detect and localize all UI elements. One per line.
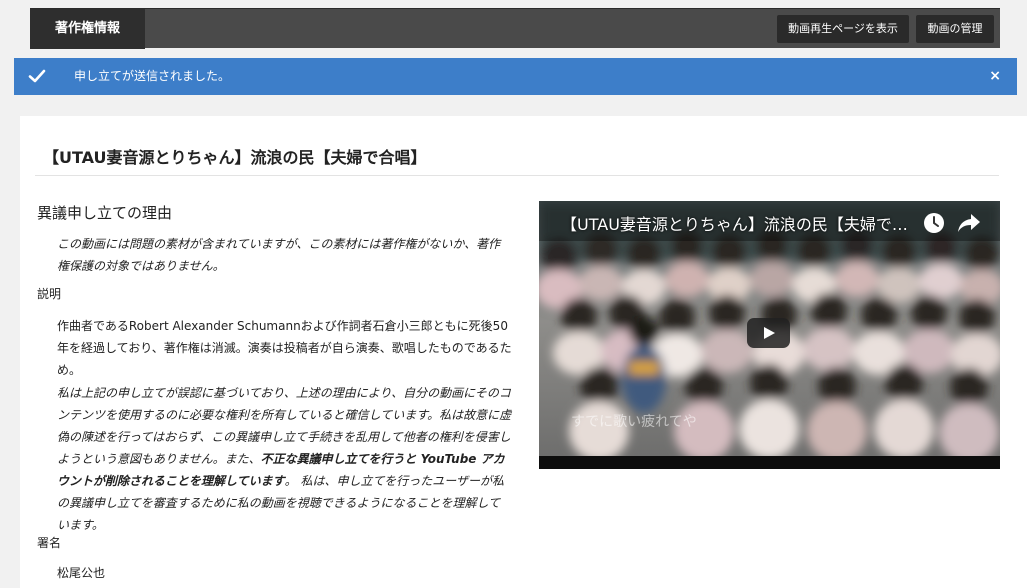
watch-later-icon[interactable]	[923, 212, 945, 234]
explanation-text: 作曲者であるRobert Alexander Schumannおよび作詞者石倉小…	[57, 319, 512, 377]
view-video-page-button[interactable]: 動画再生ページを表示	[777, 15, 909, 43]
section-title: 異議申し立ての理由	[37, 204, 173, 222]
dispute-reason: この動画には問題の素材が含まれていますが、この素材には著作権がないか、著作権保護…	[57, 237, 501, 273]
video-caption: すでに歌い疲れてや	[571, 414, 697, 430]
close-icon[interactable]: ×	[989, 58, 1001, 95]
page-title: 【UTAU妻音源とりちゃん】流浪の民【夫婦で合唱】	[43, 148, 427, 167]
play-icon[interactable]	[747, 318, 790, 348]
declaration-text: 私は上記の申し立てが誤認に基づいており、上述の理由により、自分の動画にそのコンテ…	[57, 382, 512, 536]
alert-message: 申し立てが送信されました。	[74, 69, 231, 83]
signature-value: 松尾公也	[57, 566, 106, 580]
signature-label: 署名	[37, 536, 62, 550]
check-icon	[28, 69, 46, 83]
divider	[35, 175, 999, 176]
video-title[interactable]: 【UTAU妻音源とりちゃん】流浪の民【夫婦で合唱】	[561, 211, 911, 235]
success-alert: 申し立てが送信されました。 ×	[14, 58, 1017, 95]
share-icon[interactable]	[958, 213, 980, 233]
header-bar: 著作権情報 動画再生ページを表示 動画の管理	[30, 8, 1000, 49]
tab-copyright-info[interactable]: 著作権情報	[30, 9, 145, 49]
explanation-label: 説明	[37, 287, 62, 301]
dispute-card: 【UTAU妻音源とりちゃん】流浪の民【夫婦で合唱】 異議申し立ての理由 この動画…	[20, 116, 1027, 588]
video-player[interactable]: 【UTAU妻音源とりちゃん】流浪の民【夫婦で合唱】 すでに歌い疲れてや	[539, 201, 1000, 469]
manage-video-button[interactable]: 動画の管理	[916, 15, 994, 43]
